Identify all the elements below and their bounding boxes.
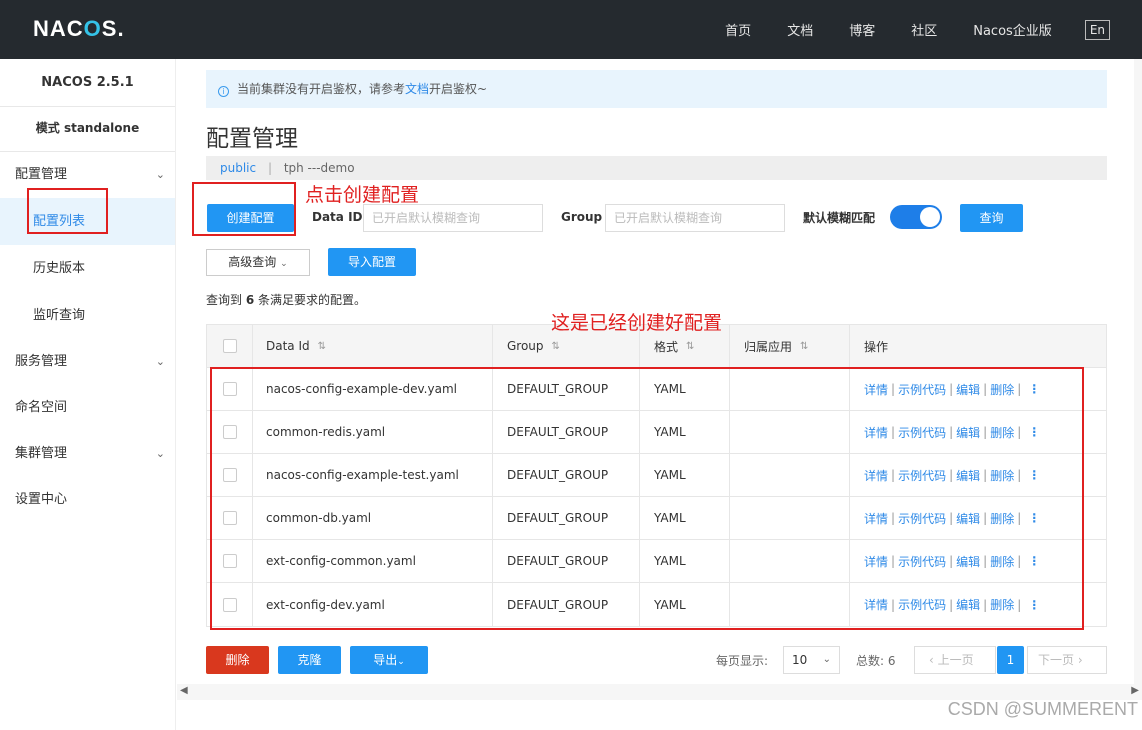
top-nav: 首页 文档 博客 社区 Nacos企业版 En <box>689 0 1110 59</box>
result-suffix: 条满足要求的配置。 <box>258 293 367 307</box>
scroll-right-icon[interactable]: ▶ <box>1131 685 1139 696</box>
nav-community[interactable]: 社区 <box>911 20 937 39</box>
header-dataid[interactable]: Data Id ⇅ <box>253 325 493 367</box>
menu-config-management-label: 配置管理 <box>15 167 68 182</box>
header-ops: 操作 <box>850 325 1106 367</box>
nav-blog[interactable]: 博客 <box>849 20 875 39</box>
select-all-checkbox[interactable] <box>222 339 237 353</box>
per-page-label: 每页显示: <box>716 654 769 668</box>
chevron-left-icon: ‹ <box>929 653 934 667</box>
chevron-down-icon: ⌄ <box>822 654 831 665</box>
export-label: 导出 <box>373 653 398 667</box>
chevron-down-icon: ⌄ <box>280 259 288 269</box>
notice-text: 当前集群没有开启鉴权，请参考 <box>237 82 406 96</box>
menu-namespace-label: 命名空间 <box>15 400 68 415</box>
advanced-query-label: 高级查询 <box>228 255 277 269</box>
sort-icon[interactable]: ⇅ <box>318 341 326 352</box>
info-icon: i <box>218 86 229 97</box>
header-group-label: Group <box>507 339 544 353</box>
page-1-button[interactable]: 1 <box>997 646 1024 674</box>
batch-delete-button[interactable]: 删除 <box>206 646 269 674</box>
clone-button[interactable]: 克隆 <box>278 646 341 674</box>
annotation-box-config-list <box>27 188 108 234</box>
auth-notice: i 当前集群没有开启鉴权，请参考文档开启鉴权~ <box>206 70 1107 108</box>
group-label: Group <box>561 210 603 224</box>
menu-service-management[interactable]: 服务管理 ⌄ <box>0 339 175 385</box>
dataid-label: Data ID <box>312 210 363 224</box>
fuzzy-match-label: 默认模糊匹配 <box>803 211 876 225</box>
menu-listener-query[interactable]: 监听查询 <box>0 292 175 339</box>
export-button[interactable]: 导出⌄ <box>350 646 428 674</box>
per-page-value: 10 <box>792 653 808 667</box>
nav-enterprise[interactable]: Nacos企业版 <box>973 20 1052 39</box>
header-ops-label: 操作 <box>864 339 889 354</box>
import-config-button[interactable]: 导入配置 <box>328 248 416 276</box>
page-title: 配置管理 <box>206 126 298 152</box>
prev-page-button[interactable]: ‹ 上一页 <box>914 646 996 674</box>
advanced-query-dropdown[interactable]: 高级查询 ⌄ <box>206 249 310 276</box>
header-dataid-label: Data Id <box>266 339 310 353</box>
chevron-down-icon: ⌄ <box>397 657 405 667</box>
result-summary: 查询到 6 条满足要求的配置。 <box>206 291 366 308</box>
result-count: 6 <box>245 293 255 307</box>
mode-label: 模式 standalone <box>0 107 175 152</box>
version-label: NACOS 2.5.1 <box>0 59 175 107</box>
annotation-box-create <box>192 182 296 236</box>
next-page-button[interactable]: 下一页 › <box>1027 646 1107 674</box>
nav-home[interactable]: 首页 <box>725 20 751 39</box>
header-format-label: 格式 <box>654 339 679 354</box>
chevron-right-icon: › <box>1077 653 1083 667</box>
namespace-bar: public | tph ---demo <box>206 156 1107 180</box>
total-label: 总数: 6 <box>856 654 896 668</box>
annotation-existing-text: 这是已经创建好配置 <box>551 312 723 334</box>
menu-cluster-management-label: 集群管理 <box>15 446 68 461</box>
scroll-left-icon[interactable]: ◀ <box>180 685 188 696</box>
namespace-public[interactable]: public <box>220 161 256 175</box>
menu-settings-label: 设置中心 <box>15 492 68 507</box>
horizontal-scrollbar[interactable]: ◀ ▶ <box>177 684 1142 700</box>
menu-service-management-label: 服务管理 <box>15 354 68 369</box>
menu-cluster-management[interactable]: 集群管理 ⌄ <box>0 431 175 477</box>
notice-docs-link[interactable]: 文档 <box>405 82 429 96</box>
per-page-select[interactable]: 10 ⌄ <box>783 646 840 674</box>
language-switch[interactable]: En <box>1084 19 1110 40</box>
namespace-separator: | <box>267 161 272 175</box>
menu-namespace[interactable]: 命名空间 <box>0 385 175 431</box>
query-button[interactable]: 查询 <box>960 204 1023 232</box>
group-input[interactable]: 已开启默认模糊查询 <box>605 204 785 232</box>
namespace-current[interactable]: tph ---demo <box>284 161 355 175</box>
header-app[interactable]: 归属应用 ⇅ <box>730 325 850 367</box>
result-prefix: 查询到 <box>206 293 243 307</box>
top-bar: NACOS. 首页 文档 博客 社区 Nacos企业版 En <box>0 0 1142 59</box>
sort-icon[interactable]: ⇅ <box>800 341 808 352</box>
chevron-down-icon: ⌄ <box>155 168 165 181</box>
chevron-down-icon: ⌄ <box>155 355 165 368</box>
menu-history[interactable]: 历史版本 <box>0 245 175 292</box>
notice-text-end: 开启鉴权~ <box>429 82 488 96</box>
sidebar: NACOS 2.5.1 模式 standalone 配置管理 ⌄ 配置列表 历史… <box>0 59 176 730</box>
fuzzy-match-toggle[interactable] <box>890 205 942 229</box>
toggle-knob <box>920 207 940 227</box>
dataid-input[interactable]: 已开启默认模糊查询 <box>363 204 543 232</box>
menu-settings[interactable]: 设置中心 <box>0 477 175 523</box>
prev-page-label: 上一页 <box>937 653 974 667</box>
annotation-create-text: 点击创建配置 <box>305 184 420 206</box>
header-app-label: 归属应用 <box>744 339 793 354</box>
sort-icon[interactable]: ⇅ <box>686 341 694 352</box>
chevron-down-icon: ⌄ <box>155 447 165 460</box>
vertical-scrollbar[interactable] <box>1134 59 1142 684</box>
next-page-label: 下一页 <box>1038 653 1075 667</box>
watermark: CSDN @SUMMERENT <box>947 699 1138 719</box>
annotation-box-existing <box>210 367 1084 630</box>
sort-icon[interactable]: ⇅ <box>552 341 560 352</box>
nav-docs[interactable]: 文档 <box>787 20 813 39</box>
nacos-logo[interactable]: NACOS. <box>33 16 125 42</box>
